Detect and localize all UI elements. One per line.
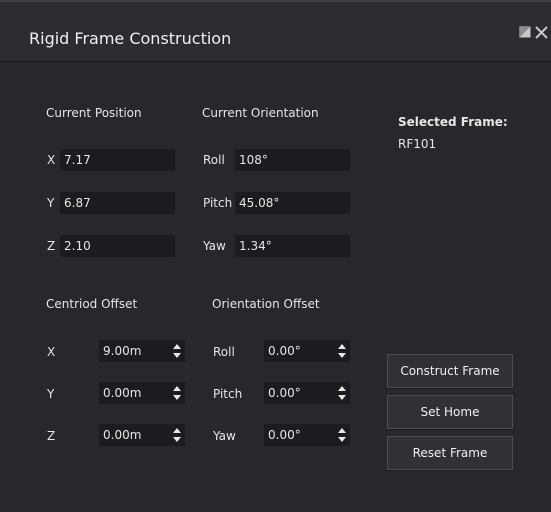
offset-pitch-label: Pitch xyxy=(213,387,243,401)
position-x-field[interactable]: 7.17 xyxy=(60,149,175,171)
centroid-x-value: 9.00m xyxy=(103,344,142,358)
position-x-label: X xyxy=(47,153,56,167)
spin-arrows-icon[interactable] xyxy=(173,427,181,443)
current-orientation-heading: Current Orientation xyxy=(202,106,319,120)
offset-pitch-spinbox[interactable]: 0.00° xyxy=(264,382,350,404)
close-icon[interactable] xyxy=(535,26,551,42)
position-z-field[interactable]: 2.10 xyxy=(60,235,175,257)
spin-arrows-icon[interactable] xyxy=(338,385,346,401)
orientation-roll-field[interactable]: 108° xyxy=(235,149,350,171)
position-y-field[interactable]: 6.87 xyxy=(60,192,175,214)
orientation-pitch-label: Pitch xyxy=(203,196,233,210)
orientation-yaw-label: Yaw xyxy=(203,239,226,253)
reset-frame-button[interactable]: Reset Frame xyxy=(387,436,513,470)
orientation-pitch-field[interactable]: 45.08° xyxy=(235,192,350,214)
centroid-z-spinbox[interactable]: 0.00m xyxy=(99,424,185,446)
selected-frame-value: RF101 xyxy=(398,137,437,151)
offset-roll-spinbox[interactable]: 0.00° xyxy=(264,340,350,362)
centroid-offset-heading: Centriod Offset xyxy=(46,297,138,311)
offset-yaw-label: Yaw xyxy=(213,429,236,443)
window-title: Rigid Frame Construction xyxy=(29,29,232,48)
title-separator xyxy=(0,61,551,62)
position-z-label: Z xyxy=(47,239,56,253)
offset-yaw-spinbox[interactable]: 0.00° xyxy=(264,424,350,446)
centroid-y-label: Y xyxy=(47,387,55,401)
orientation-yaw-field[interactable]: 1.34° xyxy=(235,235,350,257)
spin-arrows-icon[interactable] xyxy=(338,343,346,359)
construct-frame-button[interactable]: Construct Frame xyxy=(387,354,513,388)
centroid-x-spinbox[interactable]: 9.00m xyxy=(99,340,185,362)
centroid-y-spinbox[interactable]: 0.00m xyxy=(99,382,185,404)
centroid-x-label: X xyxy=(47,345,56,359)
restore-icon[interactable] xyxy=(519,26,535,42)
offset-yaw-value: 0.00° xyxy=(268,428,301,442)
offset-pitch-value: 0.00° xyxy=(268,386,301,400)
spin-arrows-icon[interactable] xyxy=(173,343,181,359)
selected-frame-label: Selected Frame: xyxy=(398,115,508,129)
spin-arrows-icon[interactable] xyxy=(338,427,346,443)
current-position-heading: Current Position xyxy=(46,106,142,120)
centroid-z-value: 0.00m xyxy=(103,428,142,442)
centroid-z-label: Z xyxy=(47,429,56,443)
spin-arrows-icon[interactable] xyxy=(173,385,181,401)
position-y-label: Y xyxy=(47,196,55,210)
orientation-roll-label: Roll xyxy=(203,153,225,167)
dialog-window: Rigid Frame Construction Current Positio… xyxy=(0,0,551,512)
title-bar[interactable]: Rigid Frame Construction xyxy=(0,2,551,62)
orientation-offset-heading: Orientation Offset xyxy=(212,297,320,311)
centroid-y-value: 0.00m xyxy=(103,386,142,400)
offset-roll-value: 0.00° xyxy=(268,344,301,358)
set-home-button[interactable]: Set Home xyxy=(387,395,513,429)
offset-roll-label: Roll xyxy=(213,345,235,359)
